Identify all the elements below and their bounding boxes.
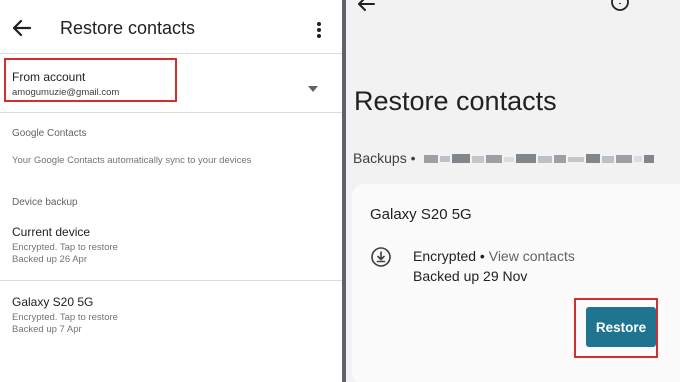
backup-item-status: Encrypted. Tap to restore <box>12 312 118 323</box>
separator: • <box>476 248 489 264</box>
backup-item-title: Galaxy S20 5G <box>12 295 94 309</box>
google-contacts-heading: Google Contacts <box>12 128 87 139</box>
google-contacts-description: Your Google Contacts automatically sync … <box>12 155 252 166</box>
arrow-drop-down-icon[interactable] <box>308 79 318 92</box>
page-title: Restore contacts <box>354 86 557 116</box>
backup-date: Backed up 29 Nov <box>413 268 528 284</box>
divider <box>0 280 342 281</box>
account-email[interactable]: amogumuzie@gmail.com <box>12 87 119 98</box>
download-circle-icon <box>370 246 392 268</box>
back-arrow-icon[interactable] <box>8 14 36 42</box>
encrypted-label: Encrypted <box>413 248 477 264</box>
backup-item-date: Backed up 7 Apr <box>12 324 82 335</box>
device-backup-heading: Device backup <box>12 197 78 208</box>
divider <box>0 53 342 54</box>
backup-item-status: Encrypted. Tap to restore <box>12 242 118 253</box>
view-contacts-link[interactable]: View contacts <box>489 248 575 264</box>
backup-item-date: Backed up 26 Apr <box>12 254 87 265</box>
more-vert-icon[interactable] <box>309 16 329 44</box>
left-screenshot: Restore contacts From account amogumuzie… <box>0 0 342 382</box>
page-title: Restore contacts <box>60 18 196 38</box>
backup-item-title: Current device <box>12 225 91 239</box>
account-label[interactable]: From account <box>12 70 85 84</box>
encryption-line: Encrypted • View contacts <box>413 248 575 264</box>
backup-device-name: Galaxy S20 5G <box>370 206 472 223</box>
back-arrow-icon[interactable] <box>354 0 378 16</box>
backup-item-current-device[interactable]: Current device Encrypted. Tap to restore… <box>0 220 342 278</box>
backup-item-galaxy-s20[interactable]: Galaxy S20 5G Encrypted. Tap to restore … <box>0 290 342 346</box>
redacted-account <box>424 152 654 164</box>
divider <box>0 112 342 113</box>
restore-button[interactable]: Restore <box>586 307 656 347</box>
right-screenshot: Restore contacts Backups • Galaxy S20 5G… <box>346 0 680 382</box>
help-icon[interactable] <box>610 0 630 12</box>
backups-label: Backups • <box>353 150 416 166</box>
